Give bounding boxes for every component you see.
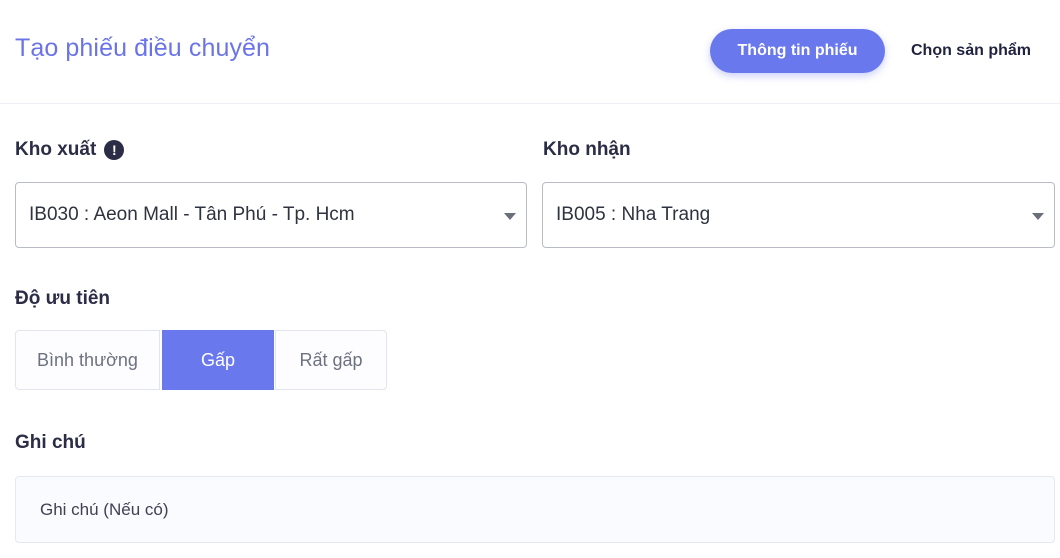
- note-label: Ghi chú: [15, 432, 86, 453]
- tab-ticket-info[interactable]: Thông tin phiếu: [710, 29, 885, 73]
- chevron-down-icon: [1032, 213, 1044, 220]
- source-warehouse-label-group: Kho xuất !: [15, 139, 125, 161]
- source-warehouse-select[interactable]: IB030 : Aeon Mall - Tân Phú - Tp. Hcm: [15, 182, 527, 248]
- target-warehouse-label-group: Kho nhận: [543, 139, 631, 161]
- exclamation-circle-icon[interactable]: !: [104, 140, 125, 160]
- priority-label: Độ ưu tiên: [15, 288, 111, 309]
- chevron-down-icon: [504, 213, 516, 220]
- priority-option-very-urgent[interactable]: Rất gấp: [275, 330, 387, 390]
- target-warehouse-select[interactable]: IB005 : Nha Trang: [542, 182, 1055, 248]
- target-warehouse-label: Kho nhận: [543, 139, 631, 160]
- priority-option-urgent[interactable]: Gấp: [162, 330, 274, 390]
- target-warehouse-value: IB005 : Nha Trang: [556, 204, 711, 225]
- source-warehouse-label: Kho xuất: [15, 139, 97, 160]
- note-input[interactable]: Ghi chú (Nếu có): [15, 476, 1055, 543]
- priority-option-normal[interactable]: Bình thường: [15, 330, 160, 390]
- priority-label-group: Độ ưu tiên: [15, 288, 110, 310]
- tab-select-products[interactable]: Chọn sản phẩm: [896, 29, 1046, 73]
- source-warehouse-value: IB030 : Aeon Mall - Tân Phú - Tp. Hcm: [29, 204, 355, 225]
- note-placeholder: Ghi chú (Nếu có): [40, 499, 169, 519]
- page-title: Tạo phiếu điều chuyển: [15, 34, 271, 62]
- page-header: Tạo phiếu điều chuyển Thông tin phiếu Ch…: [0, 0, 1060, 104]
- note-label-group: Ghi chú: [15, 432, 86, 454]
